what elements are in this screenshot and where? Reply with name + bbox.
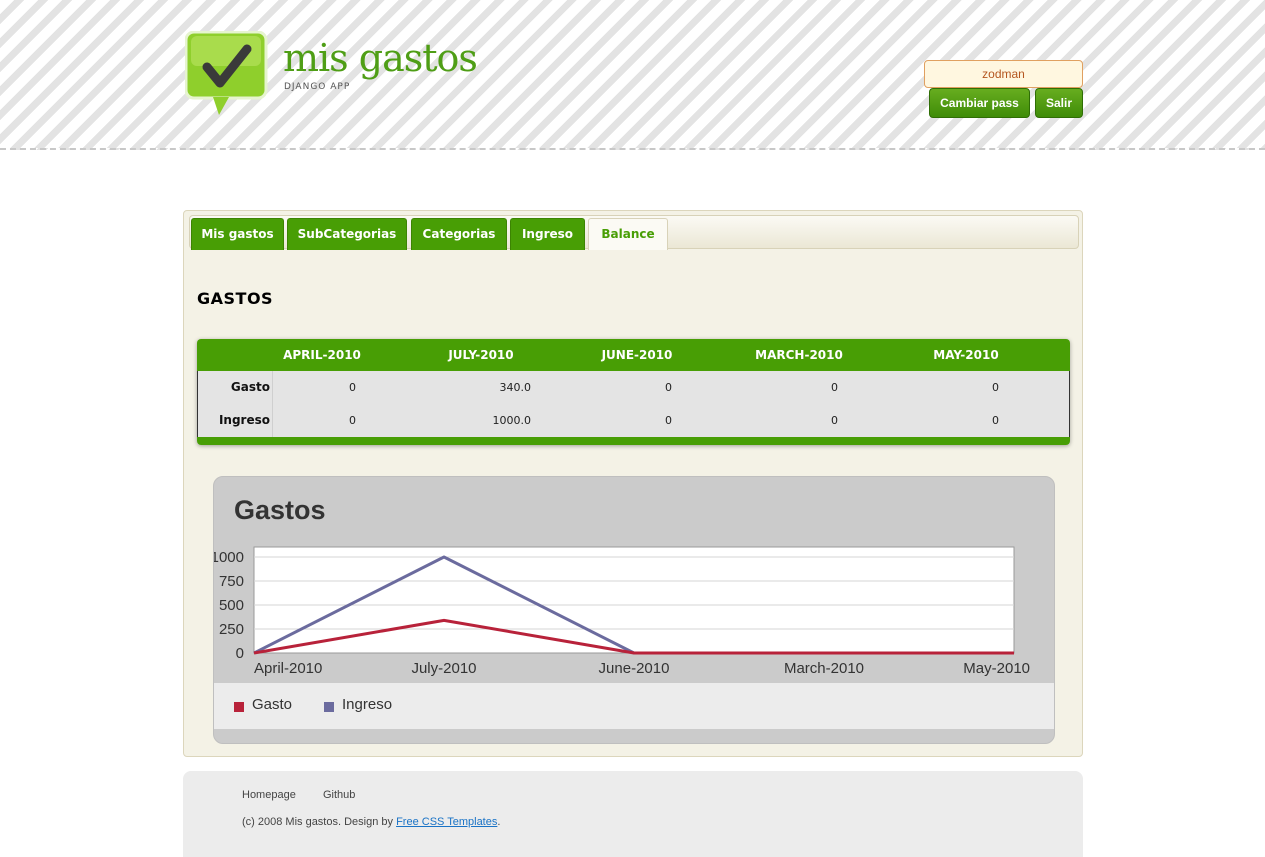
table-cell: 0 — [349, 381, 356, 394]
page-header: mis gastos DJANGO APP zodman Cambiar pas… — [0, 0, 1265, 150]
x-tick-label: March-2010 — [784, 660, 864, 677]
footer-copyright: (c) 2008 Mis gastos. Design by Free CSS … — [242, 816, 500, 828]
table-cell: 340.0 — [499, 381, 532, 394]
x-tick-label: April-2010 — [254, 660, 322, 677]
tab-mis-gastos[interactable]: Mis gastos — [191, 218, 284, 250]
copyright-suffix: . — [497, 816, 501, 828]
username-display: zodman — [924, 60, 1083, 88]
main-panel: Mis gastos SubCategorias Categorias Ingr… — [183, 210, 1083, 757]
table-cell: 0 — [992, 414, 999, 427]
table-cell: 0 — [831, 381, 838, 394]
change-password-button[interactable]: Cambiar pass — [929, 88, 1030, 118]
table-footer — [197, 437, 1070, 445]
balance-table: APRIL-2010 JULY-2010 JUNE-2010 MARCH-201… — [197, 339, 1070, 445]
chart-plot: 0 250 500 750 1000 April-2010 July-2010 June-20… — [214, 546, 1030, 677]
column-header: JUNE-2010 — [601, 348, 673, 362]
chart-legend: Gasto Ingreso — [214, 683, 1054, 729]
column-header: APRIL-2010 — [283, 348, 361, 362]
table-cell: 1000.0 — [492, 414, 532, 427]
table-cell: 0 — [665, 414, 672, 427]
x-tick-label: May-2010 — [963, 660, 1030, 677]
logout-button[interactable]: Salir — [1035, 88, 1083, 118]
section-title: GASTOS — [197, 289, 274, 308]
column-header: MARCH-2010 — [755, 348, 843, 362]
tab-categorias[interactable]: Categorias — [411, 218, 507, 250]
checkmark-logo-icon[interactable] — [184, 30, 268, 115]
x-tick-label: July-2010 — [411, 660, 476, 677]
table-cell: 0 — [992, 381, 999, 394]
y-tick-label: 250 — [219, 621, 244, 638]
table-header: APRIL-2010 JULY-2010 JUNE-2010 MARCH-201… — [197, 339, 1070, 371]
tab-bar: Mis gastos SubCategorias Categorias Ingr… — [189, 215, 1079, 250]
legend-label-ingreso: Ingreso — [342, 696, 393, 713]
column-header: JULY-2010 — [448, 348, 514, 362]
y-tick-label: 750 — [219, 573, 244, 590]
footer-link-homepage[interactable]: Homepage — [242, 789, 296, 801]
page-footer: Homepage Github (c) 2008 Mis gastos. Des… — [183, 771, 1083, 857]
logo-title[interactable]: mis gastos — [283, 36, 478, 80]
legend-swatch-gasto — [234, 702, 244, 712]
legend-label-gasto: Gasto — [252, 696, 293, 713]
table-cell: 0 — [665, 381, 672, 394]
table-body: Gasto 0 340.0 0 0 0 Ingreso 0 1000.0 0 0… — [197, 371, 1070, 437]
table-cell: 0 — [349, 414, 356, 427]
free-css-templates-link[interactable]: Free CSS Templates — [396, 816, 497, 828]
row-label-ingreso: Ingreso — [198, 404, 273, 437]
table-cell: 0 — [831, 414, 838, 427]
tab-balance[interactable]: Balance — [588, 218, 668, 250]
x-tick-label: June-2010 — [599, 660, 670, 677]
column-header: MAY-2010 — [933, 348, 999, 362]
row-label-gasto: Gasto — [198, 371, 273, 404]
tab-subcategorias[interactable]: SubCategorias — [287, 218, 407, 250]
y-tick-label: 500 — [219, 597, 244, 614]
footer-link-github[interactable]: Github — [323, 789, 355, 801]
y-tick-label: 1000 — [214, 549, 244, 566]
tab-ingreso[interactable]: Ingreso — [510, 218, 585, 250]
gastos-chart: Gastos 02505007501000April-2010July-2010… — [213, 476, 1055, 744]
y-tick-label: 0 — [236, 645, 244, 662]
plot-area — [253, 546, 1015, 654]
legend-swatch-ingreso — [324, 702, 334, 712]
copyright-prefix: (c) 2008 Mis gastos. Design by — [242, 816, 397, 828]
logo-subtitle: DJANGO APP — [284, 82, 351, 92]
